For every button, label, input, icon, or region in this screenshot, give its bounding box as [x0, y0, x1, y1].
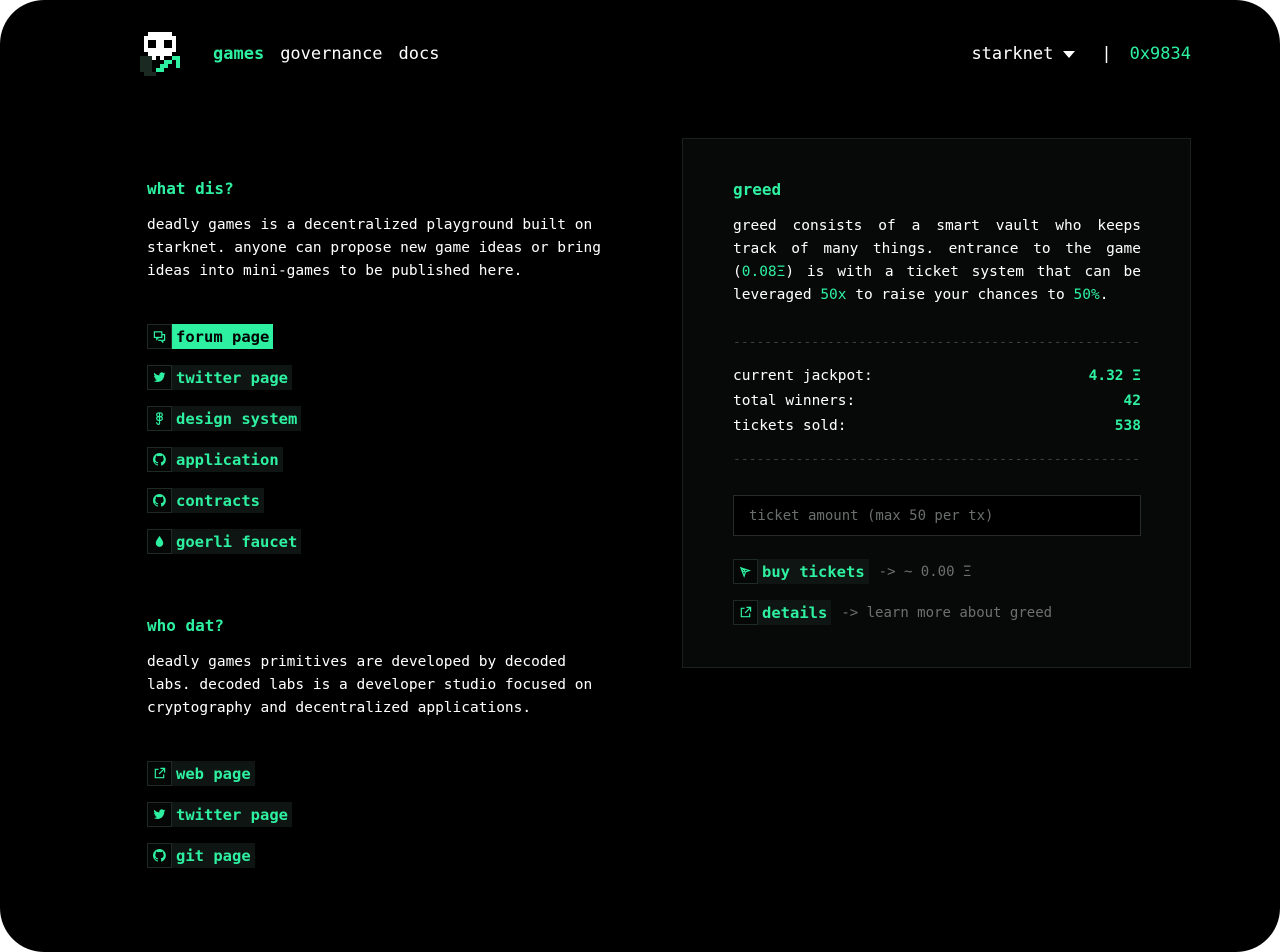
buy-price-note: -> ~ 0.00 Ξ: [878, 563, 972, 580]
header-right: starknet | 0x9834: [971, 42, 1191, 66]
github-icon: [147, 447, 172, 472]
details-row: details -> learn more about greed: [733, 600, 1052, 625]
chat-icon: [147, 324, 172, 349]
team-title: who dat?: [147, 616, 225, 635]
design-system-label: design system: [176, 409, 298, 428]
twitter-icon: [147, 365, 172, 390]
chance-value: 50%: [1073, 287, 1100, 303]
nav-docs[interactable]: docs: [399, 42, 440, 66]
about-title: what dis?: [147, 179, 234, 198]
game-desc-part-3: to raise your chances to: [846, 287, 1074, 303]
web-page-label: web page: [176, 764, 251, 783]
application-label: application: [176, 450, 279, 469]
twitter-page-label: twitter page: [176, 368, 288, 387]
ticket-amount-input[interactable]: [733, 495, 1141, 536]
team-text: deadly games primitives are developed by…: [147, 654, 593, 716]
stat-winners-label: total winners:: [733, 393, 856, 409]
game-panel: greed greed consists of a smart vault wh…: [682, 138, 1191, 668]
divider-bottom: ----------------------------------------…: [733, 453, 1139, 467]
game-description: greed consists of a smart vault who keep…: [733, 215, 1141, 307]
web-page-link[interactable]: web page: [147, 761, 255, 786]
application-link[interactable]: application: [147, 447, 283, 472]
contracts-label: contracts: [176, 491, 260, 510]
stat-winners-value: 42: [1123, 393, 1141, 409]
git-page-label: git page: [176, 846, 251, 865]
stat-tickets-label: tickets sold:: [733, 418, 847, 434]
figma-icon: [147, 406, 172, 431]
github-icon: [147, 843, 172, 868]
game-title: greed: [733, 180, 782, 199]
details-label: details: [762, 603, 828, 622]
ticket-icon: [733, 559, 758, 584]
details-note: -> learn more about greed: [841, 604, 1053, 621]
nav-governance[interactable]: governance: [280, 42, 382, 66]
details-button[interactable]: details: [733, 600, 832, 625]
forum-page-label: forum page: [172, 324, 274, 349]
stat-jackpot-label: current jackpot:: [733, 368, 873, 384]
network-label: starknet: [971, 44, 1054, 64]
buy-tickets-row: buy tickets -> ~ 0.00 Ξ: [733, 559, 971, 584]
git-page-link[interactable]: git page: [147, 843, 255, 868]
goerli-faucet-label: goerli faucet: [176, 532, 298, 551]
external-link-icon: [733, 600, 758, 625]
twitter-icon: [147, 802, 172, 827]
game-desc-part-4: .: [1099, 287, 1109, 303]
stat-jackpot-value: 4.32 Ξ: [1088, 368, 1141, 384]
stat-tickets: tickets sold: 538: [733, 416, 1141, 436]
entry-fee: 0.08Ξ: [741, 264, 786, 280]
stat-jackpot: current jackpot: 4.32 Ξ: [733, 366, 1141, 386]
contracts-link[interactable]: contracts: [147, 488, 264, 513]
skull-logo-icon[interactable]: [140, 32, 188, 76]
external-link-icon: [147, 761, 172, 786]
app-frame: games governance docs starknet | 0x9834 …: [0, 0, 1280, 952]
nav-games[interactable]: games: [213, 42, 264, 66]
droplet-icon: [147, 529, 172, 554]
goerli-faucet-link[interactable]: goerli faucet: [147, 529, 302, 554]
wallet-address[interactable]: 0x9834: [1130, 42, 1191, 66]
about-text: deadly games is a decentralized playgrou…: [147, 217, 601, 279]
twitter-page-link[interactable]: twitter page: [147, 365, 292, 390]
stat-winners: total winners: 42: [733, 391, 1141, 411]
buy-tickets-button[interactable]: buy tickets: [733, 559, 869, 584]
team-twitter-page-label: twitter page: [176, 805, 288, 824]
stat-tickets-value: 538: [1114, 418, 1141, 434]
network-selector[interactable]: starknet: [971, 42, 1076, 66]
design-system-link[interactable]: design system: [147, 406, 302, 431]
leverage-value: 50x: [820, 287, 847, 303]
divider-top: ----------------------------------------…: [733, 336, 1139, 350]
main-nav: games governance docs: [213, 42, 440, 66]
forum-page-link[interactable]: forum page: [147, 324, 274, 349]
header-separator: |: [1101, 44, 1112, 64]
chevron-down-icon: [1063, 50, 1076, 58]
buy-tickets-label: buy tickets: [762, 562, 865, 581]
team-twitter-page-link[interactable]: twitter page: [147, 802, 292, 827]
github-icon: [147, 488, 172, 513]
